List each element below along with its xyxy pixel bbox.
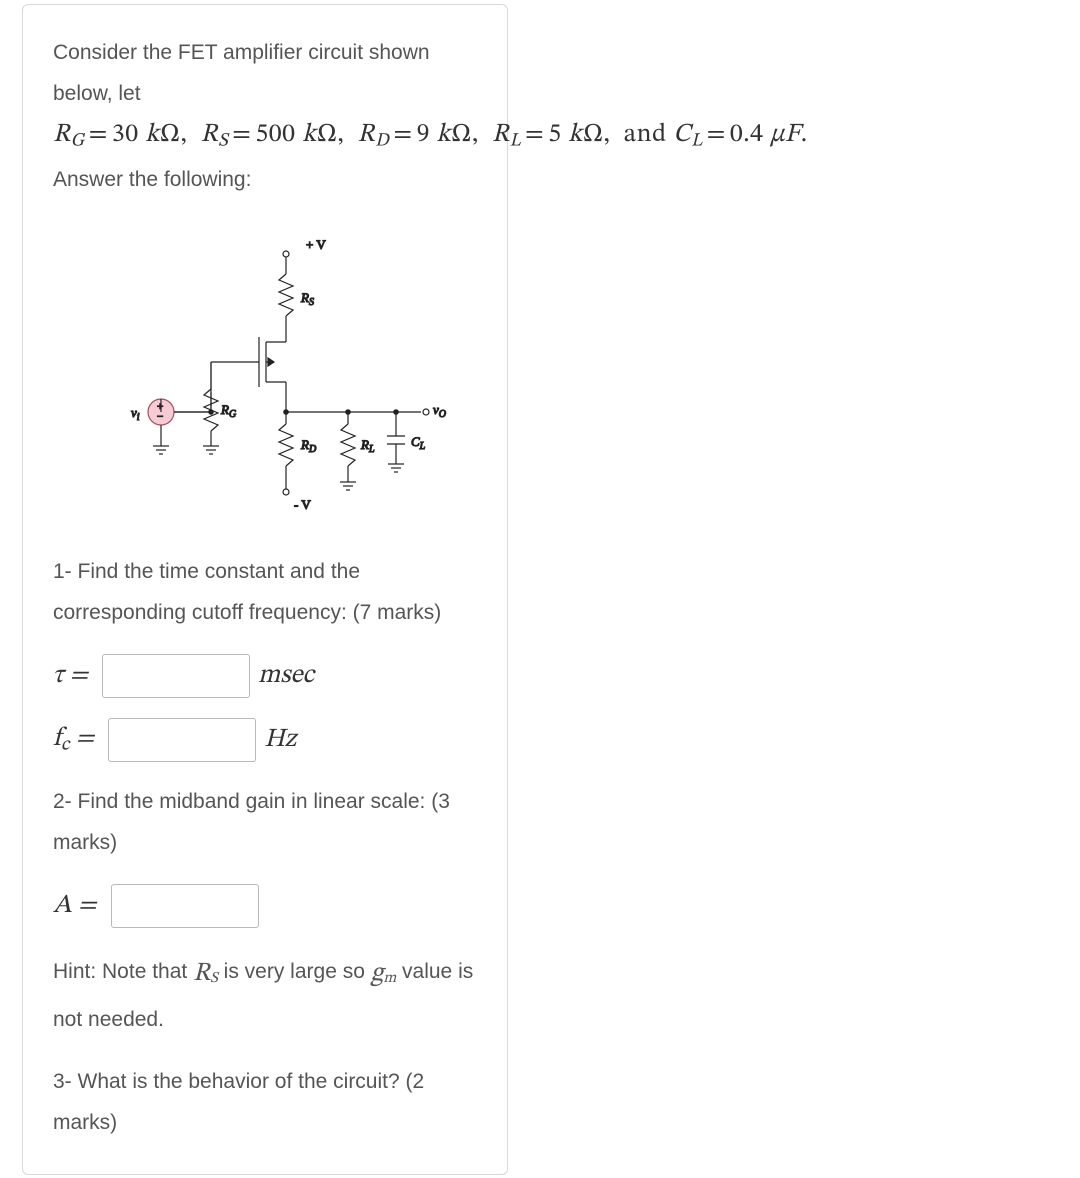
- svg-text:−: −: [157, 411, 163, 423]
- fc-unit: Hz: [264, 724, 296, 757]
- question-card: Consider the FET amplifier circuit shown…: [22, 4, 508, 1175]
- answer-following: Answer the following:: [53, 160, 477, 201]
- q3-prompt: 3- What is the behavior of the circuit? …: [53, 1062, 477, 1144]
- q1-prompt: 1- Find the time constant and the corres…: [53, 552, 477, 634]
- A-label: A =: [53, 890, 97, 923]
- A-input[interactable]: [111, 884, 259, 928]
- tau-row: τ = msec: [53, 654, 477, 698]
- tau-input[interactable]: [102, 654, 250, 698]
- hint-text: Hint: Note that RS is very large so gm v…: [53, 949, 477, 1041]
- fc-input[interactable]: [108, 718, 256, 762]
- intro-text: Consider the FET amplifier circuit shown…: [53, 33, 477, 115]
- tau-unit: msec: [258, 660, 314, 693]
- svg-text:RL: RL: [360, 437, 375, 455]
- fc-label: fc =: [53, 723, 94, 758]
- svg-text:RD: RD: [300, 437, 317, 455]
- A-row: A =: [53, 884, 477, 928]
- parameters-line: RG=30 kΩ, RS=500 kΩ, RD=9 kΩ, RL=5 kΩ, a…: [53, 119, 477, 154]
- svg-text:RG: RG: [220, 402, 236, 420]
- svg-text:+ V: + V: [306, 237, 326, 252]
- svg-text:RS: RS: [300, 290, 314, 308]
- tau-label: τ =: [53, 660, 88, 693]
- svg-text:vi: vi: [131, 405, 140, 423]
- svg-text:- V: - V: [294, 497, 311, 512]
- fc-row: fc = Hz: [53, 718, 477, 762]
- circuit-figure: + V RS: [61, 224, 461, 524]
- svg-text:CL: CL: [411, 434, 426, 452]
- svg-text:vO: vO: [433, 402, 446, 420]
- q2-prompt: 2- Find the midband gain in linear scale…: [53, 782, 477, 864]
